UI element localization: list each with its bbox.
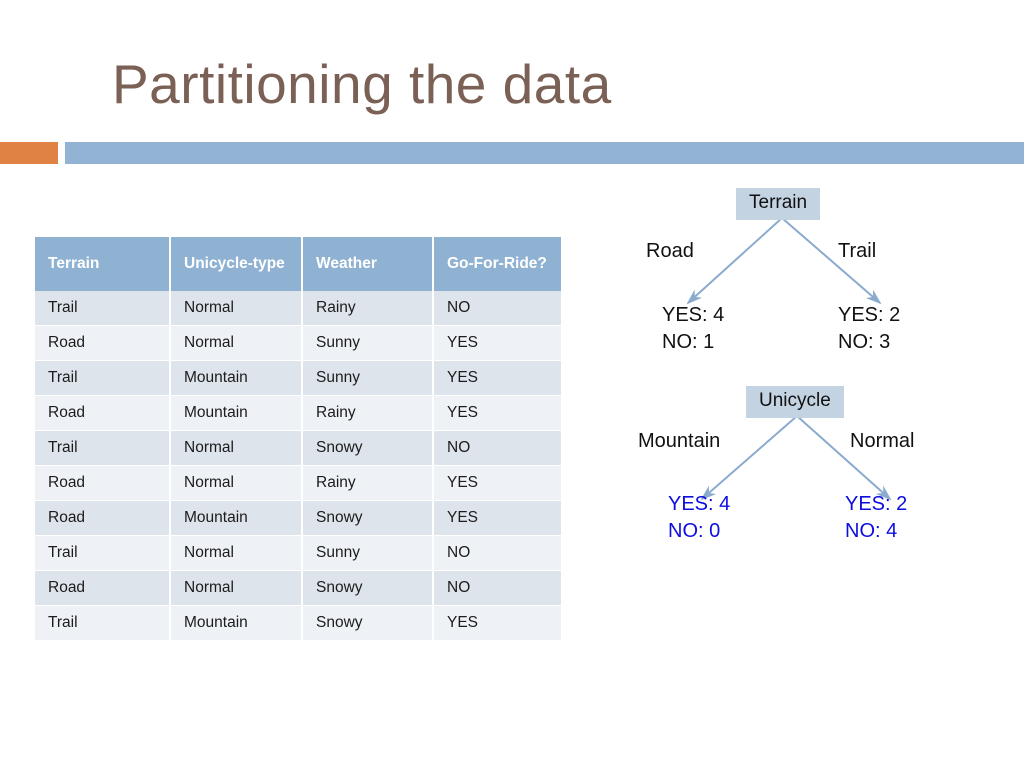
cell-terrain: Trail [35,536,171,571]
cell-unicycle-type: Mountain [171,606,303,641]
table-row: Trail Normal Rainy NO [35,291,561,326]
table-row: Trail Normal Snowy NO [35,431,561,466]
branch-label-normal: Normal [850,430,915,452]
cell-weather: Sunny [303,536,434,571]
cell-weather: Rainy [303,466,434,501]
table-row: Road Normal Rainy YES [35,466,561,501]
tree-node-unicycle: Unicycle [746,386,844,418]
cell-unicycle-type: Mountain [171,361,303,396]
leaf-counts-normal: YES: 2 NO: 4 [845,493,908,542]
cell-unicycle-type: Normal [171,466,303,501]
cell-terrain: Road [35,326,171,361]
cell-weather: Sunny [303,361,434,396]
cell-terrain: Trail [35,361,171,396]
cell-terrain: Trail [35,431,171,466]
cell-unicycle-type: Normal [171,326,303,361]
cell-weather: Snowy [303,431,434,466]
cell-go-for-ride: YES [434,326,561,361]
decision-tree-terrain: Terrain Road Trail YES: 4 NO: 1 YES: 2 NO:… [630,188,990,378]
table-row: Trail Normal Sunny NO [35,536,561,571]
table-row: Road Mountain Rainy YES [35,396,561,431]
column-header-terrain: Terrain [35,237,171,291]
cell-weather: Snowy [303,606,434,641]
leaf-counts-trail: YES: 2 NO: 3 [838,304,901,353]
cell-go-for-ride: YES [434,606,561,641]
column-header-go-for-ride: Go-For-Ride? [434,237,561,291]
branch-label-road: Road [646,240,694,262]
column-header-weather: Weather [303,237,434,291]
cell-go-for-ride: YES [434,466,561,501]
cell-go-for-ride: YES [434,501,561,536]
leaf-counts-road: YES: 4 NO: 1 [662,304,725,353]
table-row: Trail Mountain Snowy YES [35,606,561,641]
data-table: Terrain Unicycle-type Weather Go-For-Rid… [35,237,561,641]
divider-bar [65,142,1024,164]
accent-bar [0,142,58,164]
cell-terrain: Trail [35,606,171,641]
cell-terrain: Trail [35,291,171,326]
cell-go-for-ride: NO [434,536,561,571]
leaf-counts-mountain: YES: 4 NO: 0 [668,493,731,542]
cell-terrain: Road [35,396,171,431]
cell-weather: Rainy [303,396,434,431]
cell-unicycle-type: Normal [171,571,303,606]
branch-label-mountain: Mountain [638,430,721,452]
cell-weather: Sunny [303,326,434,361]
decision-tree-unicycle: Unicycle Mountain Normal YES: 4 NO: 0 YES… [630,379,990,569]
cell-unicycle-type: Mountain [171,501,303,536]
cell-weather: Rainy [303,291,434,326]
column-header-unicycle-type: Unicycle-type [171,237,303,291]
page-title: Partitioning the data [112,53,612,115]
table-row: Trail Mountain Sunny YES [35,361,561,396]
cell-unicycle-type: Normal [171,536,303,571]
table-header-row: Terrain Unicycle-type Weather Go-For-Rid… [35,237,561,291]
cell-weather: Snowy [303,571,434,606]
cell-go-for-ride: NO [434,431,561,466]
table-row: Road Normal Snowy NO [35,571,561,606]
cell-unicycle-type: Normal [171,431,303,466]
cell-terrain: Road [35,466,171,501]
cell-go-for-ride: YES [434,396,561,431]
cell-go-for-ride: NO [434,291,561,326]
cell-terrain: Road [35,501,171,536]
cell-go-for-ride: NO [434,571,561,606]
table-row: Road Normal Sunny YES [35,326,561,361]
cell-unicycle-type: Normal [171,291,303,326]
branch-label-trail: Trail [838,240,877,262]
cell-terrain: Road [35,571,171,606]
cell-weather: Snowy [303,501,434,536]
tree-node-terrain: Terrain [736,188,821,220]
cell-go-for-ride: YES [434,361,561,396]
cell-unicycle-type: Mountain [171,396,303,431]
table-row: Road Mountain Snowy YES [35,501,561,536]
